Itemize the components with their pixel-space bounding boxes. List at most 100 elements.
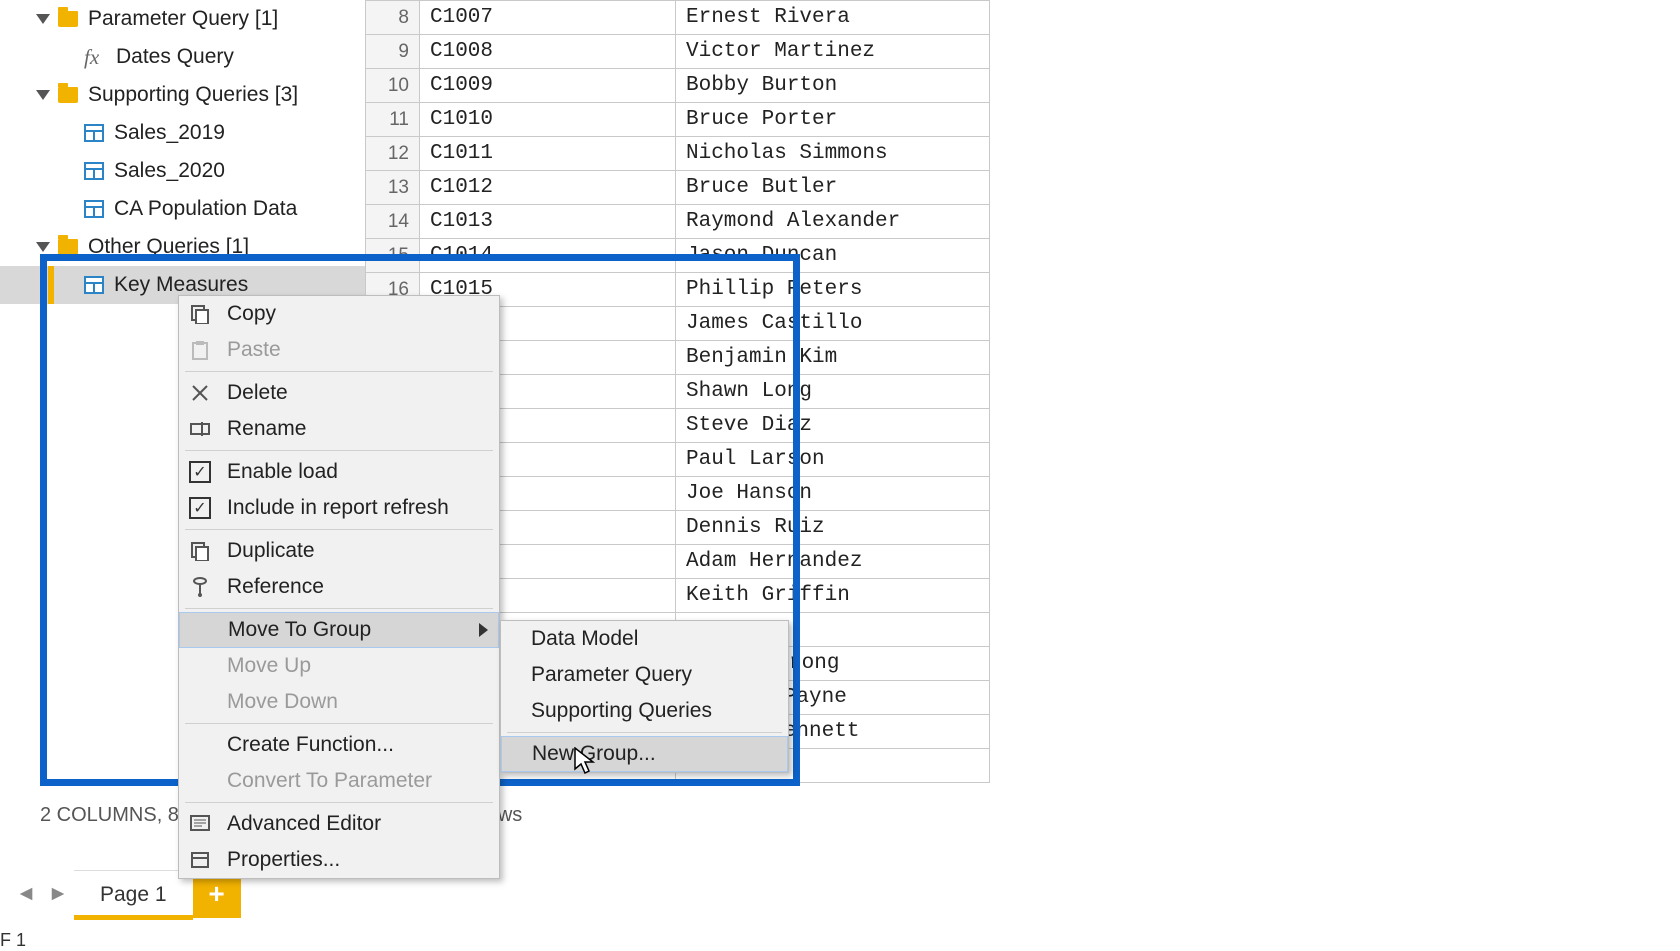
cell-code[interactable]: C1013 xyxy=(420,205,676,239)
menu-label: Advanced Editor xyxy=(227,812,381,836)
table-row[interactable]: 11C1010Bruce Porter xyxy=(366,103,990,137)
menu-label: Enable load xyxy=(227,460,338,484)
menu-label: Create Function... xyxy=(227,733,394,757)
footer-partial-text: F 1 xyxy=(0,930,26,951)
cell-name[interactable]: Bobby Burton xyxy=(676,69,990,103)
folder-icon xyxy=(58,239,78,255)
table-row[interactable]: 14C1013Raymond Alexander xyxy=(366,205,990,239)
tab-page-1[interactable]: Page 1 xyxy=(74,870,193,918)
move-to-group-submenu: Data Model Parameter Query Supporting Qu… xyxy=(500,620,789,773)
cell-code[interactable]: C1008 xyxy=(420,35,676,69)
query-ca-population[interactable]: CA Population Data xyxy=(0,190,365,228)
context-menu: Copy Paste Delete Rename ✓ Enable load ✓… xyxy=(178,295,500,879)
cell-code[interactable]: C1011 xyxy=(420,137,676,171)
table-row[interactable]: 13C1012Bruce Butler xyxy=(366,171,990,205)
cell-name[interactable]: Joe Hanson xyxy=(676,477,990,511)
menu-separator xyxy=(185,450,493,451)
menu-separator xyxy=(185,608,493,609)
cell-name[interactable]: Keith Griffin xyxy=(676,579,990,613)
query-label: Sales_2020 xyxy=(114,159,225,183)
properties-icon xyxy=(189,849,211,871)
cell-name[interactable]: Adam Hernandez xyxy=(676,545,990,579)
menu-label: Reference xyxy=(227,575,324,599)
cell-name[interactable]: Benjamin Kim xyxy=(676,341,990,375)
table-icon xyxy=(84,276,104,294)
checkbox-checked-icon: ✓ xyxy=(189,497,211,519)
cell-name[interactable]: Dennis Ruiz xyxy=(676,511,990,545)
row-number: 9 xyxy=(366,35,420,69)
menu-label: Move Up xyxy=(227,654,311,678)
submenu-parameter-query[interactable]: Parameter Query xyxy=(501,657,788,693)
menu-rename[interactable]: Rename xyxy=(179,411,499,447)
submenu-label: Data Model xyxy=(531,627,638,651)
menu-create-function[interactable]: Create Function... xyxy=(179,727,499,763)
submenu-arrow-icon xyxy=(479,623,488,637)
cell-name[interactable]: James Castillo xyxy=(676,307,990,341)
submenu-new-group[interactable]: New Group... xyxy=(501,736,788,772)
query-label: Sales_2019 xyxy=(114,121,225,145)
cell-code[interactable]: C1009 xyxy=(420,69,676,103)
cell-name[interactable]: Ernest Rivera xyxy=(676,1,990,35)
cell-name[interactable]: Raymond Alexander xyxy=(676,205,990,239)
query-dates[interactable]: fx Dates Query xyxy=(0,38,365,76)
folder-supporting-queries[interactable]: Supporting Queries [3] xyxy=(0,76,365,114)
tab-label: Page 1 xyxy=(100,883,167,907)
menu-include-refresh[interactable]: ✓ Include in report refresh xyxy=(179,490,499,526)
menu-move-up: Move Up xyxy=(179,648,499,684)
copy-icon xyxy=(189,303,211,325)
cell-name[interactable]: Steve Diaz xyxy=(676,409,990,443)
menu-label: Include in report refresh xyxy=(227,496,449,520)
query-sales-2020[interactable]: Sales_2020 xyxy=(0,152,365,190)
folder-label: Other Queries [1] xyxy=(88,235,249,259)
submenu-supporting-queries[interactable]: Supporting Queries xyxy=(501,693,788,729)
cell-name[interactable]: Paul Larson xyxy=(676,443,990,477)
cell-name[interactable]: Shawn Long xyxy=(676,375,990,409)
cell-name[interactable]: Bruce Butler xyxy=(676,171,990,205)
cell-name[interactable]: Phillip Peters xyxy=(676,273,990,307)
menu-duplicate[interactable]: Duplicate xyxy=(179,533,499,569)
menu-convert-to-parameter: Convert To Parameter xyxy=(179,763,499,799)
folder-parameter-query[interactable]: Parameter Query [1] xyxy=(0,0,365,38)
menu-advanced-editor[interactable]: Advanced Editor xyxy=(179,806,499,842)
cell-code[interactable]: C1007 xyxy=(420,1,676,35)
menu-label: Delete xyxy=(227,381,288,405)
fx-icon: fx xyxy=(84,45,104,70)
menu-separator xyxy=(185,529,493,530)
menu-enable-load[interactable]: ✓ Enable load xyxy=(179,454,499,490)
query-sales-2019[interactable]: Sales_2019 xyxy=(0,114,365,152)
row-number: 11 xyxy=(366,103,420,137)
submenu-data-model[interactable]: Data Model xyxy=(501,621,788,657)
cell-name[interactable]: Nicholas Simmons xyxy=(676,137,990,171)
table-row[interactable]: 10C1009Bobby Burton xyxy=(366,69,990,103)
folder-other-queries[interactable]: Other Queries [1] xyxy=(0,228,365,266)
table-row[interactable]: 12C1011Nicholas Simmons xyxy=(366,137,990,171)
query-label: Dates Query xyxy=(116,45,234,69)
table-row[interactable]: 9C1008Victor Martinez xyxy=(366,35,990,69)
table-row[interactable]: 8C1007Ernest Rivera xyxy=(366,1,990,35)
cell-code[interactable]: C1014 xyxy=(420,239,676,273)
cell-name[interactable]: Jason Duncan xyxy=(676,239,990,273)
menu-reference[interactable]: Reference xyxy=(179,569,499,605)
menu-label: Convert To Parameter xyxy=(227,769,432,793)
row-number: 14 xyxy=(366,205,420,239)
tab-next[interactable]: ► xyxy=(42,870,74,918)
table-row[interactable]: 15C1014Jason Duncan xyxy=(366,239,990,273)
menu-delete[interactable]: Delete xyxy=(179,375,499,411)
cell-code[interactable]: C1012 xyxy=(420,171,676,205)
cell-name[interactable]: Bruce Porter xyxy=(676,103,990,137)
reference-icon xyxy=(189,576,211,598)
menu-properties[interactable]: Properties... xyxy=(179,842,499,878)
menu-copy[interactable]: Copy xyxy=(179,296,499,332)
menu-move-down: Move Down xyxy=(179,684,499,720)
menu-label: Copy xyxy=(227,302,276,326)
menu-move-to-group[interactable]: Move To Group xyxy=(179,612,499,648)
table-icon xyxy=(84,124,104,142)
row-number: 8 xyxy=(366,1,420,35)
tab-prev[interactable]: ◄ xyxy=(10,870,42,918)
menu-label: Rename xyxy=(227,417,306,441)
row-number: 15 xyxy=(366,239,420,273)
cell-code[interactable]: C1010 xyxy=(420,103,676,137)
menu-label: Paste xyxy=(227,338,281,362)
cell-name[interactable]: Victor Martinez xyxy=(676,35,990,69)
menu-separator xyxy=(185,723,493,724)
